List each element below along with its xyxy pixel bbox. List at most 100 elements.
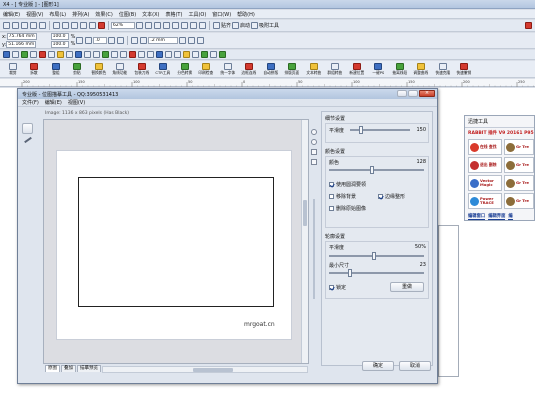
plugin-button[interactable]: 整组	[45, 62, 67, 76]
menu-item[interactable]: 编辑(E)	[3, 11, 20, 18]
remove-bg-checkbox[interactable]	[329, 194, 334, 199]
tool-icon[interactable]	[210, 51, 217, 58]
outline-pen-icon[interactable]	[140, 37, 148, 44]
scale-width-input[interactable]: 100.0	[50, 33, 69, 40]
plugin-button[interactable]: 统一字体	[217, 62, 239, 76]
side-panel-item[interactable]: 在线 查找	[468, 139, 502, 155]
delete-original-checkbox[interactable]	[329, 206, 334, 211]
menu-item[interactable]: 表格(T)	[165, 11, 182, 18]
outline-smooth-thumb[interactable]	[372, 252, 376, 260]
tool-icon[interactable]	[48, 51, 55, 58]
side-panel-item[interactable]: Gr Tre	[504, 193, 534, 209]
eyedropper-icon[interactable]	[24, 136, 32, 144]
merge-checkbox[interactable]	[329, 182, 334, 187]
tool-icon[interactable]	[120, 51, 127, 58]
menu-item[interactable]: 位图(B)	[119, 11, 136, 18]
corel-connect-icon[interactable]	[98, 22, 105, 29]
snap-icon[interactable]	[213, 22, 220, 29]
min-size-slider[interactable]	[329, 272, 424, 274]
lock-ratio-icon[interactable]	[76, 37, 84, 44]
side-panel-item[interactable]: Gr Tre	[504, 175, 534, 191]
tool-icon[interactable]	[21, 51, 28, 58]
plugin-button[interactable]: 一键PS	[368, 62, 390, 76]
pan-icon[interactable]	[199, 22, 206, 29]
tool-icon[interactable]	[30, 51, 37, 58]
pan-hand-icon[interactable]	[22, 123, 33, 134]
tool-icon[interactable]	[84, 51, 91, 58]
tool-icon[interactable]	[129, 51, 136, 58]
side-panel-item[interactable]: Vector Magic	[468, 175, 502, 191]
tool-icon[interactable]	[183, 51, 190, 58]
convert-curve-icon[interactable]	[197, 37, 205, 44]
outline-width-select[interactable]: .2 mm	[148, 37, 179, 44]
dialog-menu-item[interactable]: 视图(V)	[68, 99, 85, 106]
to-front-icon[interactable]	[179, 37, 187, 44]
zoom-out-icon[interactable]	[311, 139, 317, 145]
zoom-fit-icon[interactable]	[311, 149, 317, 155]
zoom-in-icon[interactable]	[311, 129, 317, 135]
plugin-button[interactable]: 群组转曲	[325, 62, 347, 76]
menu-item[interactable]: 排列(A)	[72, 11, 89, 18]
plugin-button[interactable]: 调整曲线	[411, 62, 433, 76]
launch-label[interactable]: 启动	[240, 22, 250, 29]
colors-slider[interactable]	[329, 169, 424, 171]
plugin-button[interactable]: 排版页面	[282, 62, 304, 76]
preview-hscroll[interactable]	[102, 366, 308, 373]
menu-item[interactable]: 工具(O)	[188, 11, 206, 18]
side-panel-item[interactable]: Gr Tre	[504, 139, 534, 155]
zoom-width-icon[interactable]	[163, 22, 170, 29]
zoom-height-icon[interactable]	[172, 22, 179, 29]
tool-icon[interactable]	[138, 51, 145, 58]
zoom-actual-icon[interactable]	[311, 159, 317, 165]
dialog-menu-item[interactable]: 编辑(E)	[45, 99, 62, 106]
publish-icon[interactable]	[89, 22, 96, 29]
preview-vscroll[interactable]	[301, 120, 308, 363]
close-button[interactable]: ×	[419, 90, 435, 97]
view-tab[interactable]: 描摹预览	[77, 365, 101, 372]
tool-icon[interactable]	[165, 51, 172, 58]
to-back-icon[interactable]	[188, 37, 196, 44]
menu-item[interactable]: 文本(X)	[142, 11, 159, 18]
side-panel-item[interactable]: Gr Tre	[504, 157, 534, 173]
lock-checkbox[interactable]	[329, 285, 334, 290]
preview-page[interactable]: mrgoat.cn	[56, 150, 292, 340]
plugin-button[interactable]: 包装刀线	[131, 62, 153, 76]
rotation-input[interactable]: .0	[93, 37, 108, 44]
maximize-button[interactable]	[408, 90, 418, 97]
side-bottom-link[interactable]: 编	[508, 213, 513, 220]
cancel-button[interactable]: 取消	[399, 361, 431, 371]
redo-icon[interactable]	[62, 22, 69, 29]
side-panel-item[interactable]: Power TRACE	[468, 193, 502, 209]
side-panel-item[interactable]: 退出 删除	[468, 157, 502, 173]
tool-icon[interactable]	[39, 51, 46, 58]
menu-item[interactable]: 布局(L)	[49, 11, 66, 18]
outline-smooth-slider[interactable]	[329, 255, 424, 257]
new-icon[interactable]	[3, 22, 10, 29]
copy-icon[interactable]	[30, 22, 37, 29]
wrap-icon[interactable]	[131, 37, 139, 44]
paste-icon[interactable]	[39, 22, 46, 29]
zoom-slider[interactable]	[313, 199, 315, 299]
tool-icon[interactable]	[156, 51, 163, 58]
plugin-button[interactable]: CTR工具	[153, 62, 175, 76]
zoom-page-icon[interactable]	[154, 22, 161, 29]
plugin-button[interactable]: 新建位置	[346, 62, 368, 76]
plugin-button[interactable]: 快速克隆	[432, 62, 454, 76]
y-position-input[interactable]: 51.166 mm	[6, 41, 37, 48]
plugin-button[interactable]: 印刷检查	[196, 62, 218, 76]
plugin-button[interactable]: 替换颜色	[88, 62, 110, 76]
snap-label[interactable]: 贴齐	[221, 22, 231, 29]
zoom-select[interactable]: 62%	[111, 22, 135, 29]
options-icon[interactable]	[232, 22, 240, 29]
tool-icon[interactable]	[12, 51, 19, 58]
tool-icon[interactable]	[75, 51, 82, 58]
alignment-label[interactable]: 吸附工具	[259, 22, 279, 29]
rotate-icon[interactable]	[85, 37, 93, 44]
scale-height-input[interactable]: 100.0	[50, 41, 69, 48]
redo-button[interactable]: 重做	[390, 282, 424, 292]
tool-icon[interactable]	[147, 51, 154, 58]
view-tab[interactable]: 原图	[45, 365, 60, 372]
align-icon[interactable]	[251, 22, 259, 29]
zoom-selected-icon[interactable]	[181, 22, 188, 29]
colors-slider-thumb[interactable]	[370, 166, 374, 174]
